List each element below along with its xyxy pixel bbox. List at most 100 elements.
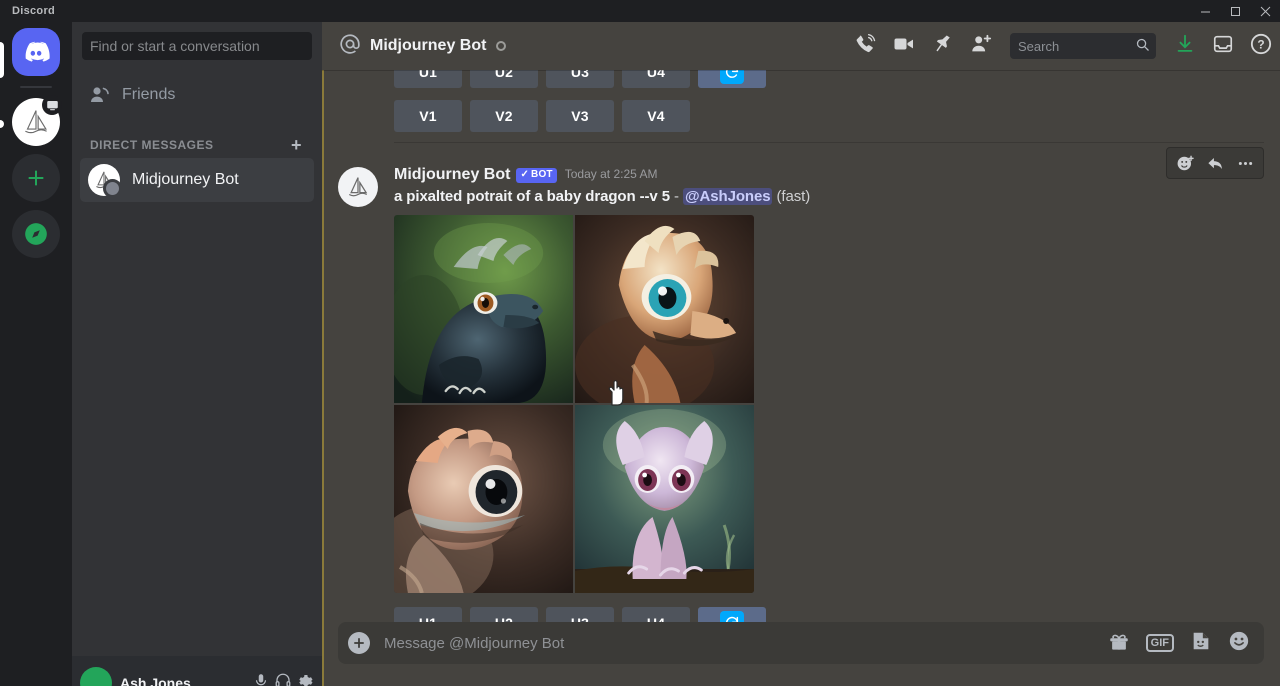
avatar[interactable] [338,167,378,207]
message-divider [394,142,1264,143]
pin-icon[interactable] [932,33,954,60]
upscale-button-row: U1 U2 U3 U4 [394,603,1232,622]
chat-area: Midjourney Bot Search ? U1 U2 U3 U4 V1 V… [322,22,1280,686]
compass-icon [25,223,47,245]
upscale-button-u3[interactable]: U3 [546,607,614,622]
rail-item-home[interactable] [12,28,60,76]
phone-call-icon[interactable] [854,33,876,60]
title-bar: Discord [0,0,1280,22]
find-conversation-placeholder: Find or start a conversation [90,38,260,54]
headset-icon[interactable] [274,672,292,686]
gear-icon[interactable] [296,672,314,686]
message-prompt: a pixalted potrait of a baby dragon --v … [394,188,670,206]
app-body: Find or start a conversation Friends DIR… [0,22,1280,686]
upscale-button-row-previous: U1 U2 U3 U4 [394,70,1264,88]
discord-logo-icon [25,41,50,62]
variation-button-row-previous: V1 V2 V3 V4 [394,96,1264,132]
variation-button-v4[interactable]: V4 [622,100,690,132]
search-icon [1135,37,1150,55]
upscale-button-u2[interactable]: U2 [470,607,538,622]
upscale-button-u4[interactable]: U4 [622,70,690,88]
plus-icon [28,170,44,186]
svg-text:?: ? [1257,37,1264,51]
download-icon[interactable] [1174,33,1196,60]
friends-icon [88,83,122,107]
upscale-button-u4[interactable]: U4 [622,607,690,622]
grid-image-4[interactable] [575,405,754,594]
sidebar-item-friends-label: Friends [122,86,176,103]
help-circle-icon[interactable]: ? [1250,33,1272,60]
message-timestamp: Today at 2:25 AM [564,167,658,182]
rail-item-add-server[interactable] [12,154,60,202]
sticker-icon[interactable] [1190,630,1212,657]
message-separator: - [674,188,679,206]
active-server-pill [0,42,4,78]
message-speed: (fast) [776,188,811,206]
dm-sidebar: Find or start a conversation Friends DIR… [72,22,322,686]
sidebar-item-friends[interactable]: Friends [80,74,314,116]
message-composer: Message @Midjourney Bot GIF [322,622,1280,686]
message-header: Midjourney Bot ✓ BOT Today at 2:25 AM [394,165,1232,184]
emoji-icon[interactable] [1228,630,1250,657]
variation-button-v2[interactable]: V2 [470,100,538,132]
more-horizontal-icon[interactable] [1231,150,1259,176]
user-panel: Ash Jones [72,656,322,686]
search-placeholder: Search [1018,38,1060,54]
person-add-icon[interactable] [970,33,992,60]
maximize-button[interactable] [1220,0,1250,22]
rail-divider [20,86,52,88]
message-author[interactable]: Midjourney Bot [394,165,510,184]
message-hover-actions [1166,147,1264,179]
plus-circle-icon[interactable] [348,632,370,654]
composer-box[interactable]: Message @Midjourney Bot GIF [338,622,1264,664]
grid-image-1[interactable] [394,215,573,404]
page-title: Midjourney Bot [370,37,487,54]
reroll-button[interactable] [698,607,766,622]
message-scroll-clip: U1 U2 U3 U4 V1 V2 V3 V4 Midjourney Bot ✓… [322,70,1280,622]
avatar [88,164,122,198]
find-conversation-input[interactable]: Find or start a conversation [82,32,312,60]
gift-icon[interactable] [1108,630,1130,657]
add-reaction-icon[interactable] [1171,150,1199,176]
dm-item-midjourney-bot[interactable]: Midjourney Bot [80,158,314,202]
monitor-icon [46,100,58,110]
reply-arrow-icon[interactable] [1201,150,1229,176]
video-camera-icon[interactable] [892,32,916,61]
avatar[interactable] [80,667,112,686]
upscale-button-u1[interactable]: U1 [394,70,462,88]
variation-button-v1[interactable]: V1 [394,100,462,132]
message-list[interactable]: U1 U2 U3 U4 V1 V2 V3 V4 Midjourney Bot ✓… [322,70,1280,622]
refresh-icon [720,611,744,622]
microphone-icon[interactable] [252,672,270,686]
previous-message-buttons: U1 U2 U3 U4 V1 V2 V3 V4 [322,70,1280,151]
reroll-button-previous[interactable] [698,70,766,88]
status-circle-icon [496,41,507,51]
direct-messages-title: DIRECT MESSAGES [90,138,214,152]
chat-header-actions: Search ? [854,32,1272,61]
message-input[interactable]: Message @Midjourney Bot [384,635,1108,652]
rail-item-midjourney[interactable] [12,95,62,146]
create-dm-icon[interactable]: + [291,136,304,154]
variation-button-v3[interactable]: V3 [546,100,614,132]
dm-search-wrapper: Find or start a conversation [72,22,322,68]
user-panel-controls [252,672,314,686]
mention-ashjones[interactable]: @AshJones [683,188,773,206]
upscale-button-u2[interactable]: U2 [470,70,538,88]
rail-item-explore[interactable] [12,210,60,258]
grid-image-3[interactable] [394,405,573,594]
bot-badge-label: BOT [531,169,553,181]
minimize-button[interactable] [1190,0,1220,22]
grid-image-2[interactable] [575,215,754,404]
message-content: a pixalted potrait of a baby dragon --v … [394,187,1232,207]
image-grid[interactable] [394,215,754,594]
refresh-icon [720,70,744,84]
at-sign-icon [338,32,362,61]
bot-badge: ✓ BOT [516,168,557,184]
upscale-button-u3[interactable]: U3 [546,70,614,88]
close-button[interactable] [1250,0,1280,22]
inbox-icon[interactable] [1212,33,1234,60]
upscale-button-u1[interactable]: U1 [394,607,462,622]
gif-icon[interactable]: GIF [1145,633,1174,653]
search-input[interactable]: Search [1010,33,1156,59]
server-activity-badge [42,95,62,115]
